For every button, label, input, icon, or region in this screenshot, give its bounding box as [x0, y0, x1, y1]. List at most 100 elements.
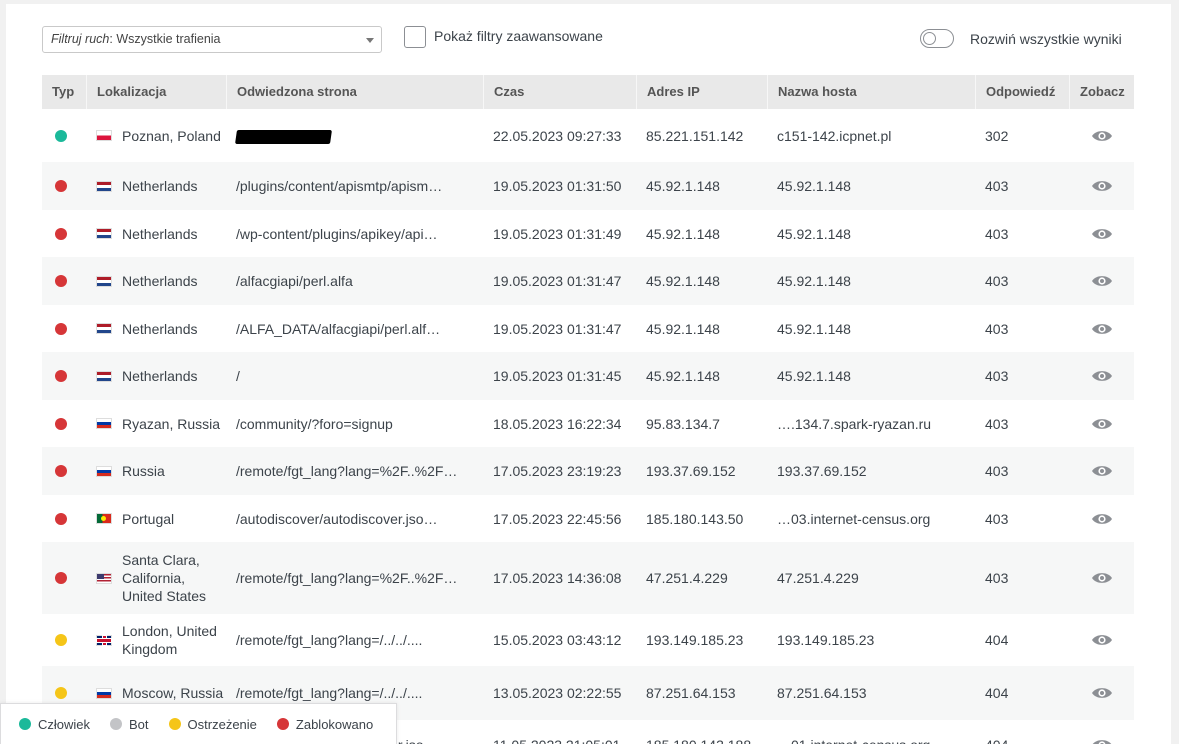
location-text: Portugal [122, 510, 175, 527]
host-cell: c151-142.icpnet.pl [777, 127, 892, 144]
location-text: Netherlands [122, 225, 198, 242]
page-url: /remote/fgt_lang?lang=/../../.... [236, 685, 423, 701]
advanced-filters-checkbox[interactable] [404, 26, 426, 48]
response-cell: 403 [985, 510, 1009, 527]
page-url: /community/?foro=signup [236, 415, 393, 432]
host-cell: 45.92.1.148 [777, 368, 851, 384]
ip-cell: 45.92.1.148 [646, 368, 720, 384]
page-url: /autodiscover/autodiscover.jso… [236, 510, 438, 527]
type-cell [42, 687, 86, 699]
table-row[interactable]: Ryazan, Russia/community/?foro=signup 18.… [42, 400, 1134, 447]
expand-all-label[interactable]: Rozwiń wszystkie wyniki [970, 31, 1122, 47]
flag-icon [96, 228, 112, 239]
status-dot [55, 129, 67, 142]
legend-label: Człowiek [38, 716, 91, 732]
advanced-filters-label[interactable]: Pokaż filtry zaawansowane [434, 28, 603, 44]
page-cell: /wp-content/plugins/apikey/api… [226, 225, 483, 243]
host-cell: 193.37.69.152 [777, 463, 867, 479]
page-url: /remote/fgt_lang?lang=%2F..%2F… [236, 570, 458, 586]
table-row[interactable]: Poznan, Poland 22.05.2023 09:27:33 85.221.… [42, 109, 1134, 162]
status-dot [55, 227, 67, 240]
table-row[interactable]: London, United Kingdom/remote/fgt_lang?l… [42, 614, 1134, 666]
host-cell: 45.92.1.148 [777, 178, 851, 194]
type-cell [42, 465, 86, 477]
eye-icon[interactable] [1069, 179, 1134, 193]
host-cell: 45.92.1.148 [777, 273, 851, 289]
legend-item-blocked: Zablokowano [276, 717, 373, 732]
table-row[interactable]: Netherlands / 19.05.2023 01:31:45 45.92.1.1… [42, 352, 1134, 400]
eye-icon[interactable] [1069, 369, 1134, 383]
eye-icon[interactable] [1069, 274, 1134, 288]
eye-icon[interactable] [1069, 633, 1134, 647]
eye-icon[interactable] [1069, 129, 1134, 143]
chevron-down-icon [366, 38, 374, 43]
eye-icon[interactable] [1069, 322, 1134, 336]
type-cell [42, 512, 86, 525]
response-cell: 403 [985, 225, 1009, 242]
time-cell: 19.05.2023 01:31:45 [493, 368, 622, 384]
table-row[interactable]: Russia/remote/fgt_lang?lang=%2F..%2F… 17.… [42, 447, 1134, 495]
page-cell: /alfacgiapi/perl.alfa [226, 272, 483, 290]
eye-icon[interactable] [1069, 417, 1134, 431]
eye-icon[interactable] [1069, 464, 1134, 478]
host-cell: 45.92.1.148 [777, 320, 851, 337]
table-row[interactable]: Portugal/autodiscover/autodiscover.jso… 1… [42, 495, 1134, 542]
flag-icon [96, 180, 112, 192]
host-cell: 45.92.1.148 [777, 225, 851, 242]
page-url: /remote/fgt_lang?lang=/../../.... [236, 632, 423, 648]
flag-icon [96, 275, 112, 287]
traffic-table: Typ Lokalizacja Odwiedzona strona Czas A… [42, 75, 1134, 744]
type-cell [42, 322, 86, 335]
location-text: Poznan, Poland [122, 127, 221, 144]
redacted-page [235, 129, 332, 144]
traffic-filter-select[interactable]: Filtruj ruch: Wszystkie trafienia [42, 26, 382, 53]
column-header-location: Lokalizacja [86, 75, 226, 109]
eye-icon[interactable] [1069, 571, 1134, 585]
eye-icon[interactable] [1069, 227, 1134, 241]
page-cell: /remote/fgt_lang?lang=/../../.... [226, 631, 483, 649]
location-text: Russia [122, 463, 165, 479]
host-cell: 193.149.185.23 [777, 632, 875, 648]
legend-item-human: Człowiek [19, 717, 90, 732]
status-dot [55, 687, 67, 699]
response-cell: 403 [985, 570, 1009, 586]
location-cell: Netherlands [86, 225, 226, 243]
legend-label: Ostrzeżenie [187, 716, 257, 732]
filter-prefix: Filtruj ruch [51, 32, 110, 46]
page-cell: /remote/fgt_lang?lang=%2F..%2F… [226, 569, 483, 587]
eye-icon[interactable] [1069, 512, 1134, 526]
status-dot [55, 275, 67, 287]
eye-icon[interactable] [1069, 738, 1134, 744]
page-cell [226, 127, 483, 145]
page-cell: /ALFA_DATA/alfacgiapi/perl.alf… [226, 320, 483, 338]
table-row[interactable]: Netherlands/wp-content/plugins/apikey/ap… [42, 210, 1134, 257]
location-text: Netherlands [122, 273, 198, 289]
response-cell: 403 [985, 178, 1009, 194]
page-url: / [236, 368, 240, 384]
location-text: Netherlands [122, 368, 198, 384]
column-header-page: Odwiedzona strona [226, 75, 483, 109]
response-cell: 403 [985, 320, 1009, 337]
location-cell: Poznan, Poland [86, 127, 226, 145]
table-row[interactable]: Netherlands/ALFA_DATA/alfacgiapi/perl.al… [42, 305, 1134, 352]
time-cell: 19.05.2023 01:31:47 [493, 273, 622, 289]
location-cell: Moscow, Russia [86, 684, 226, 702]
flag-icon [96, 130, 112, 141]
flag-icon [96, 465, 112, 477]
page-url: /wp-content/plugins/apikey/api… [236, 225, 438, 242]
flag-icon [96, 323, 112, 334]
table-row[interactable]: Netherlands/alfacgiapi/perl.alfa 19.05.20… [42, 257, 1134, 305]
location-cell: Netherlands [86, 367, 226, 385]
ip-cell: 185.180.143.188 [636, 736, 767, 744]
expand-all-toggle[interactable] [920, 29, 954, 48]
table-row[interactable]: Santa Clara, California, United States/r… [42, 542, 1134, 614]
location-cell: Russia [86, 462, 226, 480]
eye-icon[interactable] [1069, 686, 1134, 700]
time-cell: 17.05.2023 14:36:08 [493, 570, 622, 586]
flag-icon [96, 687, 112, 699]
ip-cell: 193.149.185.23 [646, 632, 744, 648]
response-cell: 403 [985, 368, 1009, 384]
legend-item-warning: Ostrzeżenie [168, 716, 257, 732]
host-cell: 87.251.64.153 [777, 685, 867, 701]
table-row[interactable]: Netherlands/plugins/content/apismtp/apis… [42, 162, 1134, 210]
